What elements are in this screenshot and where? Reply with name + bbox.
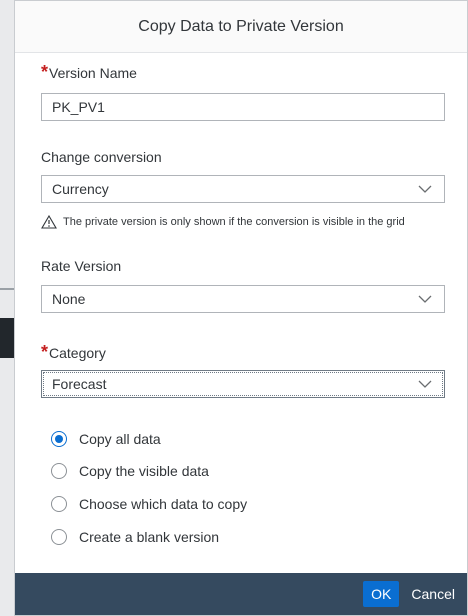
change-conversion-label: Change conversion xyxy=(41,149,162,165)
version-name-label-text: Version Name xyxy=(49,65,137,81)
rate-version-label-text: Rate Version xyxy=(41,258,122,274)
change-conversion-select[interactable]: Currency xyxy=(41,175,445,203)
required-mark: * xyxy=(41,342,49,362)
radio-label: Choose which data to copy xyxy=(79,496,248,512)
dialog-title: Copy Data to Private Version xyxy=(138,17,344,35)
rate-version-value: None xyxy=(52,291,86,307)
chevron-down-icon xyxy=(418,377,432,391)
radio-blank-version[interactable]: Create a blank version xyxy=(51,529,219,545)
warning-triangle-icon xyxy=(41,214,57,229)
radio-copy-all-data[interactable]: Copy all data xyxy=(51,431,161,447)
dialog-footer: OK Cancel xyxy=(15,573,467,615)
radio-label: Copy the visible data xyxy=(79,463,209,479)
radio-label: Create a blank version xyxy=(79,529,220,545)
change-conversion-label-text: Change conversion xyxy=(41,149,162,165)
chevron-down-icon xyxy=(418,292,432,306)
radio-button[interactable] xyxy=(51,496,67,512)
dialog-header: Copy Data to Private Version xyxy=(15,1,467,53)
rate-version-select[interactable]: None xyxy=(41,285,445,313)
conversion-note-text: The private version is only shown if the… xyxy=(63,216,405,228)
version-name-input[interactable]: PK_PV1 xyxy=(41,93,445,121)
conversion-note: The private version is only shown if the… xyxy=(41,214,461,229)
category-label-text: Category xyxy=(49,345,106,361)
category-value: Forecast xyxy=(52,376,107,392)
change-conversion-value: Currency xyxy=(52,181,109,197)
background-block xyxy=(0,318,14,358)
copy-data-dialog: Copy Data to Private Version * Version N… xyxy=(14,0,468,616)
chevron-down-icon xyxy=(418,182,432,196)
radio-label: Copy all data xyxy=(79,431,161,447)
rate-version-label: Rate Version xyxy=(41,258,121,274)
version-name-label: * Version Name xyxy=(41,63,137,81)
version-name-value: PK_PV1 xyxy=(52,99,105,115)
required-mark: * xyxy=(41,62,49,82)
category-label: * Category xyxy=(41,343,106,361)
category-select[interactable]: Forecast xyxy=(41,370,445,398)
cancel-button[interactable]: Cancel xyxy=(409,581,457,607)
radio-button[interactable] xyxy=(51,463,67,479)
radio-copy-visible-data[interactable]: Copy the visible data xyxy=(51,463,209,479)
background-app xyxy=(0,0,14,616)
radio-button-selected[interactable] xyxy=(51,431,67,447)
radio-button[interactable] xyxy=(51,529,67,545)
radio-choose-data[interactable]: Choose which data to copy xyxy=(51,496,247,512)
background-line xyxy=(0,288,14,290)
ok-button[interactable]: OK xyxy=(363,581,400,607)
